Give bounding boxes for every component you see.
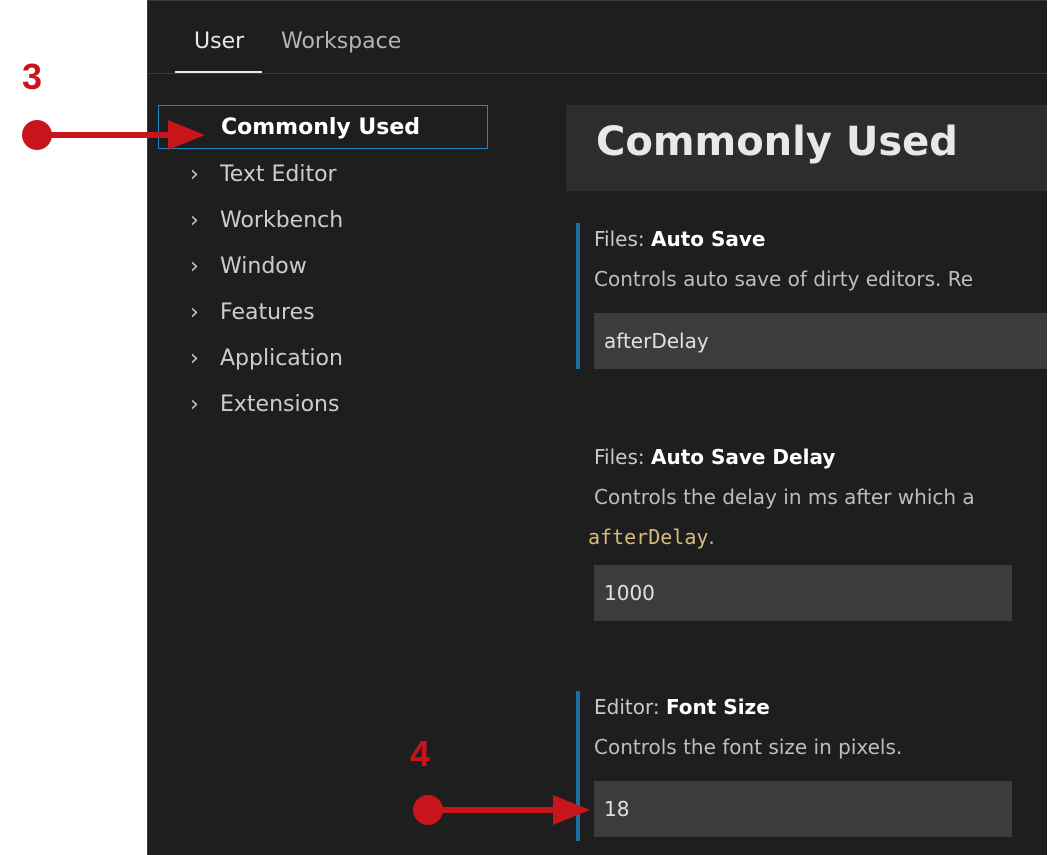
arrow-to-commonly-used xyxy=(22,120,205,150)
arrow-head xyxy=(168,120,205,150)
arrow-head xyxy=(553,795,590,825)
screenshot-stage: User Workspace Commonly Used › Text Edito… xyxy=(0,0,1053,855)
annotation-arrows xyxy=(22,120,590,825)
arrow-to-font-size xyxy=(413,795,590,825)
